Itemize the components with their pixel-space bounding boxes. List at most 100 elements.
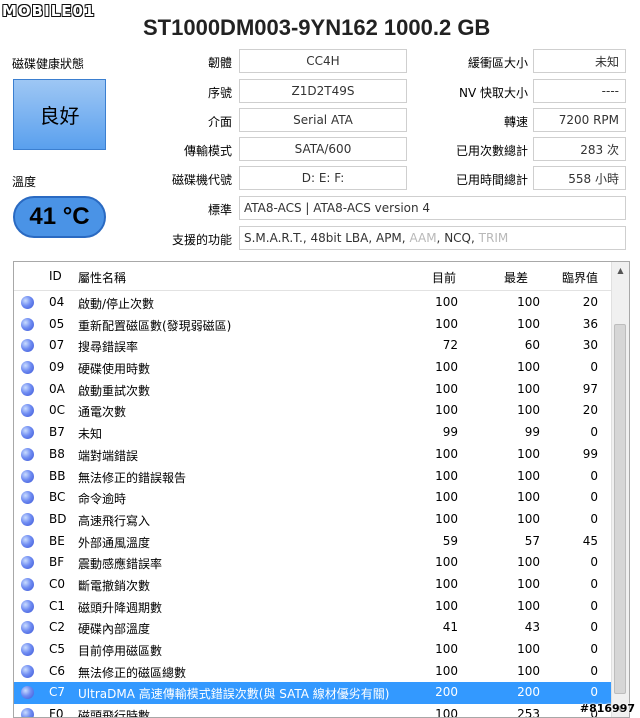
table-row[interactable]: C2 硬碟內部溫度 41 43 0 xyxy=(14,617,612,639)
cell-name: 啟動/停止次數 xyxy=(78,297,155,311)
interface-value: Serial ATA xyxy=(239,108,407,132)
cell-worst: 100 xyxy=(517,576,540,591)
status-good-icon xyxy=(21,556,34,570)
cell-current: 100 xyxy=(435,316,458,331)
table-row[interactable]: 09 硬碟使用時數 100 100 0 xyxy=(14,357,612,379)
table-row[interactable]: C6 無法修正的磁區總數 100 100 0 xyxy=(14,661,612,683)
cell-current: 200 xyxy=(435,685,458,700)
table-scrollbar[interactable]: ▲ ▼ xyxy=(611,262,629,717)
cell-current: 72 xyxy=(442,338,458,353)
cell-id: BF xyxy=(49,555,65,570)
cell-worst: 253 xyxy=(517,707,540,718)
cell-id: BB xyxy=(49,468,66,483)
cell-id: C5 xyxy=(49,642,66,656)
health-status-button[interactable]: 良好 xyxy=(13,79,106,150)
watermark: #816997 xyxy=(579,702,635,715)
cell-threshold: 0 xyxy=(590,490,598,505)
table-row[interactable]: BC 命令逾時 100 100 0 xyxy=(14,487,612,509)
transfer-label: 傳輸模式 xyxy=(183,144,232,158)
table-row[interactable]: BD 高速飛行寫入 100 100 0 xyxy=(14,509,612,531)
cell-worst: 100 xyxy=(517,490,540,505)
cell-worst: 100 xyxy=(517,446,540,461)
cell-id: BC xyxy=(49,490,66,505)
header-worst[interactable]: 最差 xyxy=(504,269,528,286)
table-row[interactable]: 0A 啟動重試次數 100 100 97 xyxy=(14,379,612,401)
cell-threshold: 0 xyxy=(590,511,598,526)
scroll-up-arrow-icon[interactable]: ▲ xyxy=(612,262,629,279)
power-hours-label: 已用時間總計 xyxy=(455,173,528,187)
table-row[interactable]: BB 無法修正的錯誤報告 100 100 0 xyxy=(14,466,612,488)
table-row[interactable]: 0C 通電次數 100 100 20 xyxy=(14,400,612,422)
cell-current: 100 xyxy=(435,707,458,718)
status-good-icon xyxy=(21,664,34,678)
cell-current: 100 xyxy=(435,576,458,591)
cell-worst: 100 xyxy=(517,360,540,375)
cell-id: C1 xyxy=(49,598,66,613)
feature-trim: TRIM xyxy=(478,231,509,245)
cell-current: 100 xyxy=(435,663,458,678)
table-row[interactable]: C7 UltraDMA 高速傳輸模式錯誤次數(與 SATA 線材優劣有關) 200 2… xyxy=(14,682,612,705)
table-row[interactable]: C0 斷電撤銷次數 100 100 0 xyxy=(14,574,612,596)
scrollbar-thumb[interactable] xyxy=(614,324,626,694)
cell-id: F0 xyxy=(49,707,64,718)
table-row[interactable]: F0 磁頭飛行時數 100 253 0 xyxy=(14,704,612,718)
cell-threshold: 0 xyxy=(590,576,598,591)
table-row[interactable]: C5 目前停用磁區數 100 100 0 xyxy=(14,639,612,661)
nv-cache-value: ---- xyxy=(533,79,626,103)
table-row[interactable]: B7 未知 99 99 0 xyxy=(14,422,612,444)
smart-attribute-table[interactable]: ID 屬性名稱 目前 最差 臨界值 04 啟動/停止次數 100 100 20 05 重新配… xyxy=(13,261,630,718)
cell-threshold: 0 xyxy=(590,642,598,656)
cell-current: 100 xyxy=(435,511,458,526)
header-threshold[interactable]: 臨界值 xyxy=(562,269,598,286)
buffer-label: 緩衝區大小 xyxy=(467,56,528,70)
header-id[interactable]: ID xyxy=(49,269,62,283)
cell-threshold: 0 xyxy=(590,425,598,440)
cell-current: 100 xyxy=(435,295,458,309)
power-count-label: 已用次數總計 xyxy=(455,144,528,158)
rotation-value: 7200 RPM xyxy=(533,108,626,132)
standard-value: ATA8-ACS | ATA8-ACS version 4 xyxy=(239,196,626,220)
cell-worst: 100 xyxy=(517,316,540,331)
cell-threshold: 0 xyxy=(590,685,598,700)
header-name[interactable]: 屬性名稱 xyxy=(78,269,126,286)
status-good-icon xyxy=(21,296,34,309)
cell-worst: 100 xyxy=(517,598,540,613)
cell-threshold: 30 xyxy=(582,338,598,353)
nv-cache-label: NV 快取大小 xyxy=(458,86,528,100)
cell-threshold: 20 xyxy=(582,295,598,309)
status-good-icon xyxy=(21,426,34,440)
cell-threshold: 97 xyxy=(582,381,598,396)
table-row[interactable]: 07 搜尋錯誤率 72 60 30 xyxy=(14,335,612,357)
table-row[interactable]: B8 端對端錯誤 100 100 99 xyxy=(14,444,612,466)
status-good-icon xyxy=(21,708,34,717)
cell-threshold: 0 xyxy=(590,468,598,483)
drive-letter-value: D: E: F: xyxy=(239,166,407,190)
cell-threshold: 0 xyxy=(590,598,598,613)
cell-worst: 57 xyxy=(524,533,540,548)
status-good-icon xyxy=(21,447,34,461)
feature-aam: AAM xyxy=(409,231,437,245)
table-row[interactable]: 04 啟動/停止次數 100 100 20 xyxy=(14,292,612,314)
drive-letter-label: 磁碟機代號 xyxy=(171,173,232,187)
cell-name: 目前停用磁區數 xyxy=(78,644,163,658)
interface-label: 介面 xyxy=(207,115,232,129)
cell-id: C2 xyxy=(49,620,66,635)
table-row[interactable]: BF 震動感應錯誤率 100 100 0 xyxy=(14,552,612,574)
temperature-label: 溫度 xyxy=(12,175,37,189)
cell-name: 高速飛行寫入 xyxy=(78,513,151,528)
cell-worst: 100 xyxy=(517,663,540,678)
cell-name: 磁頭升降週期數 xyxy=(78,600,163,615)
status-good-icon xyxy=(21,534,34,548)
table-row[interactable]: 05 重新配置磁區數(發現弱磁區) 100 100 36 xyxy=(14,314,612,336)
cell-worst: 100 xyxy=(517,511,540,526)
cell-name: 搜尋錯誤率 xyxy=(78,340,139,355)
table-row[interactable]: C1 磁頭升降週期數 100 100 0 xyxy=(14,596,612,618)
header-current[interactable]: 目前 xyxy=(432,269,456,286)
table-row[interactable]: BE 外部通風溫度 59 57 45 xyxy=(14,531,612,553)
cell-worst: 99 xyxy=(524,425,540,440)
cell-id: 0C xyxy=(49,403,66,418)
cell-threshold: 0 xyxy=(590,620,598,635)
table-header: ID 屬性名稱 目前 最差 臨界值 xyxy=(14,262,612,291)
status-good-icon xyxy=(21,643,34,656)
cell-id: 04 xyxy=(49,295,65,309)
